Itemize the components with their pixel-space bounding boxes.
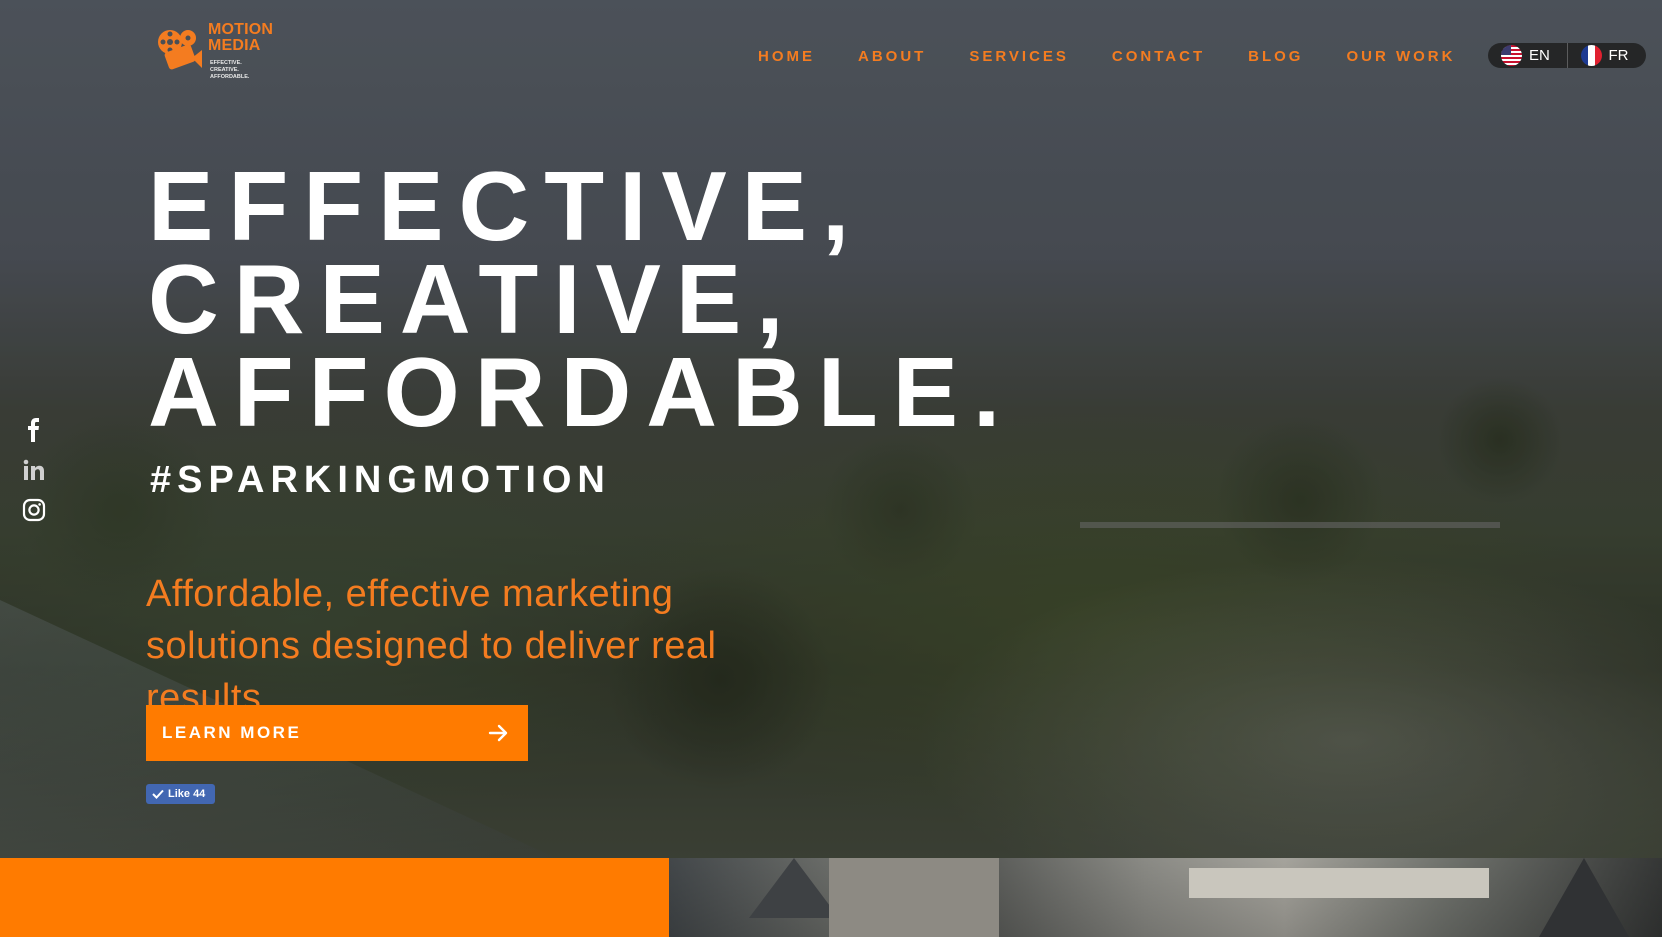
instagram-icon[interactable] (22, 498, 46, 522)
facebook-icon[interactable] (22, 418, 46, 442)
learn-more-label: LEARN MORE (162, 723, 302, 742)
nav-contact[interactable]: CONTACT (1112, 48, 1205, 65)
film-camera-icon (158, 30, 202, 70)
nav-our-work[interactable]: OUR WORK (1346, 48, 1455, 65)
photo-building-shape (1189, 868, 1489, 898)
linkedin-icon[interactable] (22, 458, 46, 482)
photo-roof-shape (749, 858, 839, 918)
fr-flag-icon (1580, 45, 1602, 66)
hero-subtext: Affordable, effective marketing solution… (146, 573, 717, 719)
nav-home[interactable]: HOME (758, 48, 815, 65)
headline-line-2: CREATIVE, (148, 244, 799, 354)
arrow-right-icon (488, 724, 508, 742)
facebook-like-label: Like 44 (168, 788, 206, 800)
language-switcher: EN FR (1488, 43, 1646, 68)
nav-services[interactable]: SERVICES (969, 48, 1069, 65)
next-section-orange-panel (0, 858, 669, 937)
language-code-fr: FR (1608, 47, 1629, 64)
learn-more-button[interactable]: LEARN MORE (146, 705, 528, 761)
us-flag-icon (1501, 45, 1522, 66)
headline-line-3: AFFORDABLE. (148, 337, 1016, 447)
headline-line-1: EFFECTIVE, (148, 151, 865, 261)
hero-hashtag: #SPARKINGMOTION (150, 459, 611, 501)
language-code-en: EN (1529, 47, 1550, 64)
logo[interactable]: MOTION MEDIA EFFECTIVE. CREATIVE. AFFORD… (156, 22, 273, 84)
logo-wordmark: MOTION MEDIA (208, 21, 274, 54)
main-nav: HOME ABOUT SERVICES CONTACT BLOG OUR WOR… (758, 48, 1455, 65)
hero-headline: EFFECTIVE, CREATIVE, AFFORDABLE. (148, 151, 1016, 447)
social-links (22, 418, 46, 538)
language-option-en[interactable]: EN (1488, 45, 1567, 66)
logo-tagline: EFFECTIVE. CREATIVE. AFFORDABLE. (210, 60, 250, 80)
nav-about[interactable]: ABOUT (858, 48, 926, 65)
photo-building-shape (829, 858, 999, 937)
facebook-like-button[interactable]: Like 44 (146, 784, 216, 804)
next-section-photo (669, 858, 1662, 937)
nav-blog[interactable]: BLOG (1248, 48, 1303, 65)
photo-roof-shape (1539, 858, 1629, 937)
checkmark-icon (152, 789, 164, 799)
language-option-fr[interactable]: FR (1568, 45, 1647, 66)
